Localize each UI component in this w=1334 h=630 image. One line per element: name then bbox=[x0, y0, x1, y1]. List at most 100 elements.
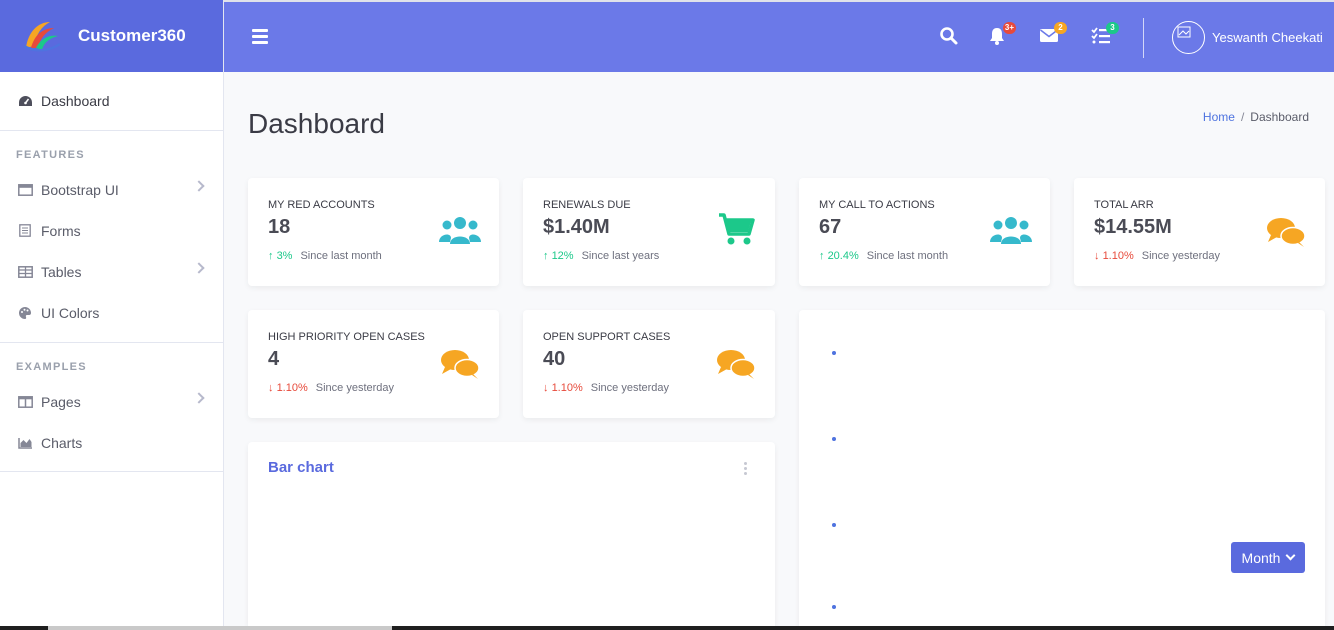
chart-point bbox=[832, 437, 836, 441]
window-icon bbox=[17, 183, 33, 197]
month-dropdown-button[interactable]: Month bbox=[1231, 542, 1305, 573]
stat-value: 4 bbox=[268, 348, 280, 370]
topbar-divider bbox=[1143, 18, 1144, 58]
avatar[interactable] bbox=[1172, 21, 1205, 54]
trend-down: ↓ 1.10% bbox=[268, 382, 308, 394]
sidebar-item-label: UI Colors bbox=[41, 304, 100, 321]
page-title: Dashboard bbox=[248, 108, 385, 139]
bar-chart-card: Bar chart bbox=[248, 442, 775, 630]
sidebar-item-label: Dashboard bbox=[41, 93, 110, 109]
sidebar-item-bootstrap-ui[interactable]: Bootstrap UI bbox=[0, 169, 223, 210]
stat-card-red-accounts[interactable]: MY RED ACCOUNTS 18 ↑ 3% Since last month bbox=[248, 178, 499, 286]
sidebar-divider bbox=[0, 471, 223, 472]
breadcrumb-home-link[interactable]: Home bbox=[1203, 110, 1235, 124]
sidebar-item-dashboard[interactable]: Dashboard bbox=[0, 72, 223, 130]
horizontal-scrollbar[interactable] bbox=[0, 626, 1334, 630]
sidebar-item-label: Pages bbox=[41, 393, 81, 410]
trend-up: ↑ 12% bbox=[543, 250, 574, 262]
search-icon[interactable] bbox=[939, 26, 961, 48]
stat-card-open-support-cases[interactable]: OPEN SUPPORT CASES 40 ↓ 1.10% Since yeste… bbox=[523, 310, 775, 418]
form-icon bbox=[17, 224, 33, 238]
stat-card-high-priority-cases[interactable]: HIGH PRIORITY OPEN CASES 4 ↓ 1.10% Since … bbox=[248, 310, 499, 418]
breadcrumb-current: Dashboard bbox=[1250, 110, 1309, 124]
stat-value: $14.55M bbox=[1094, 216, 1172, 238]
trend-value: 20.4% bbox=[827, 250, 859, 262]
chart-card bbox=[799, 310, 1325, 630]
stat-label: HIGH PRIORITY OPEN CASES bbox=[268, 331, 425, 343]
stat-footer: ↑ 12% Since last years bbox=[543, 250, 659, 262]
month-button-label: Month bbox=[1241, 549, 1281, 566]
messages-badge: 2 bbox=[1054, 22, 1067, 34]
stat-card-renewals-due[interactable]: RENEWALS DUE $1.40M ↑ 12% Since last year… bbox=[523, 178, 775, 286]
chevron-right-icon bbox=[193, 262, 205, 274]
sidebar-item-tables[interactable]: Tables bbox=[0, 251, 223, 292]
sidebar-item-label: Forms bbox=[41, 222, 81, 239]
breadcrumb: Home / Dashboard bbox=[1203, 110, 1309, 124]
sidebar-item-charts[interactable]: Charts bbox=[0, 422, 223, 463]
trend-up: ↑ 3% bbox=[268, 250, 293, 262]
comments-icon bbox=[439, 348, 481, 382]
topbar: 3+ 2 3 Yeswanth Cheekati bbox=[224, 0, 1334, 72]
envelope-icon[interactable]: 2 bbox=[1039, 22, 1067, 48]
users-icon bbox=[990, 214, 1032, 248]
brand[interactable]: Customer360 bbox=[0, 0, 223, 72]
stat-footer: ↑ 3% Since last month bbox=[268, 250, 382, 262]
stat-label: MY CALL TO ACTIONS bbox=[819, 199, 935, 211]
breadcrumb-separator: / bbox=[1240, 110, 1245, 124]
area-chart-icon bbox=[17, 436, 33, 450]
chevron-right-icon bbox=[193, 392, 205, 404]
stat-footer: ↓ 1.10% Since yesterday bbox=[1094, 250, 1220, 262]
brand-title: Customer360 bbox=[78, 26, 186, 45]
trend-note: Since yesterday bbox=[315, 382, 395, 394]
trend-note: Since last years bbox=[581, 250, 660, 262]
table-icon bbox=[17, 265, 33, 279]
stat-card-total-arr[interactable]: TOTAL ARR $14.55M ↓ 1.10% Since yesterday bbox=[1074, 178, 1325, 286]
menu-toggle-icon[interactable] bbox=[252, 29, 268, 47]
user-name[interactable]: Yeswanth Cheekati bbox=[1212, 30, 1323, 45]
stat-label: RENEWALS DUE bbox=[543, 199, 631, 211]
chart-point bbox=[832, 351, 836, 355]
stat-footer: ↓ 1.10% Since yesterday bbox=[268, 382, 394, 394]
sidebar: Customer360 Dashboard FEATURES Bootstrap… bbox=[0, 0, 224, 630]
stat-label: MY RED ACCOUNTS bbox=[268, 199, 375, 211]
stat-value: 18 bbox=[268, 216, 291, 238]
tasks-icon[interactable]: 3 bbox=[1091, 22, 1119, 48]
columns-icon bbox=[17, 395, 33, 409]
stat-value: $1.40M bbox=[543, 216, 610, 238]
trend-value: 12% bbox=[551, 250, 574, 262]
sidebar-item-pages[interactable]: Pages bbox=[0, 381, 223, 422]
sidebar-item-label: Tables bbox=[41, 263, 82, 280]
stat-value: 40 bbox=[543, 348, 566, 370]
trend-note: Since last month bbox=[300, 250, 382, 262]
bell-icon[interactable]: 3+ bbox=[988, 22, 1016, 48]
sidebar-item-label: Charts bbox=[41, 434, 83, 451]
chart-point bbox=[832, 605, 836, 609]
cart-icon bbox=[715, 212, 757, 246]
stat-footer: ↑ 20.4% Since last month bbox=[819, 250, 948, 262]
users-icon bbox=[439, 214, 481, 248]
sidebar-heading-features: FEATURES bbox=[16, 149, 85, 161]
trend-note: Since yesterday bbox=[590, 382, 670, 394]
alerts-badge: 3+ bbox=[1002, 22, 1016, 34]
trend-down: ↓ 1.10% bbox=[543, 382, 583, 394]
more-options-icon[interactable] bbox=[744, 462, 747, 477]
trend-note: Since last month bbox=[866, 250, 949, 262]
sidebar-item-forms[interactable]: Forms bbox=[0, 210, 223, 251]
stat-value: 67 bbox=[819, 216, 842, 238]
chevron-down-icon bbox=[1286, 550, 1296, 561]
trend-down: ↓ 1.10% bbox=[1094, 250, 1134, 262]
tachometer-icon bbox=[17, 94, 33, 108]
stat-card-call-to-actions[interactable]: MY CALL TO ACTIONS 67 ↑ 20.4% Since last … bbox=[799, 178, 1050, 286]
trend-value: 1.10% bbox=[551, 382, 583, 394]
sidebar-item-label: Bootstrap UI bbox=[41, 181, 119, 198]
stat-label: OPEN SUPPORT CASES bbox=[543, 331, 671, 343]
chart-point bbox=[832, 523, 836, 527]
trend-value: 1.10% bbox=[276, 382, 308, 394]
palette-icon bbox=[17, 306, 33, 320]
scrollbar-thumb[interactable] bbox=[48, 626, 392, 630]
trend-value: 3% bbox=[276, 250, 293, 262]
trend-value: 1.10% bbox=[1102, 250, 1134, 262]
trend-note: Since yesterday bbox=[1141, 250, 1221, 262]
sidebar-item-ui-colors[interactable]: UI Colors bbox=[0, 292, 223, 333]
comments-icon bbox=[1265, 216, 1307, 250]
